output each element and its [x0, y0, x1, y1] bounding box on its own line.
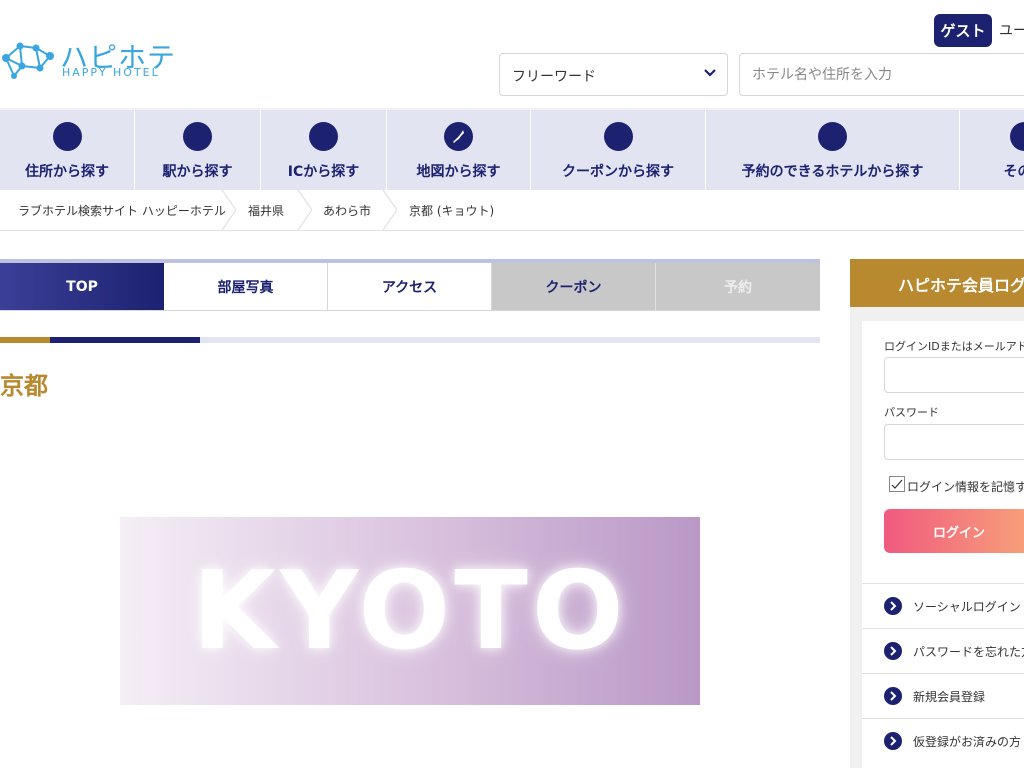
progress-segment-gold [0, 337, 50, 343]
user-label[interactable]: ユー [999, 20, 1024, 40]
guest-button[interactable]: ゲスト [934, 14, 992, 47]
nav-circle-icon [52, 122, 82, 151]
hero-image-text: KYOTO [192, 548, 628, 674]
password-field[interactable] [884, 424, 1024, 460]
tab-reservation[interactable]: 予約 [656, 263, 820, 311]
breadcrumb-current: 京都 (キョウト) [409, 204, 495, 218]
login-id-label: ログインIDまたはメールアドレ [884, 340, 1024, 353]
tab-access[interactable]: アクセス [328, 263, 492, 311]
breadcrumb-separator-icon [221, 190, 236, 230]
provisional-registration-link[interactable]: 仮登録がお済みの方 [862, 718, 1024, 763]
nav-item-other[interactable]: その他 [960, 110, 1024, 190]
forgot-password-link[interactable]: パスワードを忘れた方 [862, 628, 1024, 673]
tab-top[interactable]: TOP [0, 263, 164, 311]
tab-room-photos[interactable]: 部屋写真 [164, 263, 328, 311]
login-button[interactable]: ログイン [884, 509, 1024, 553]
nav-item-label: 住所から探す [25, 164, 109, 180]
login-header: ハピホテ会員ログ [850, 259, 1024, 307]
nav-item-map[interactable]: 地図から探す [387, 110, 531, 190]
nav-circle-icon [183, 122, 212, 151]
link-label: 仮登録がお済みの方 [913, 735, 1022, 749]
main-nav: 住所から探す 駅から探す ICから探す 地図から探す クーポンから探す 予約ので… [0, 108, 1024, 190]
tab-coupon[interactable]: クーポン [492, 263, 656, 311]
remember-label: ログイン情報を記憶す [907, 480, 1024, 494]
remember-checkbox[interactable] [889, 476, 905, 492]
register-link[interactable]: 新規会員登録 [862, 673, 1024, 718]
nav-circle-icon [1010, 122, 1024, 151]
nav-circle-icon [309, 122, 338, 151]
arrow-right-icon [884, 687, 902, 705]
hotel-hero-image: KYOTO [120, 517, 700, 705]
nav-item-label: 地図から探す [416, 164, 501, 180]
progress-segment-navy [50, 337, 200, 343]
breadcrumb-item[interactable]: 福井県 [248, 202, 284, 219]
link-label: パスワードを忘れた方 [913, 645, 1024, 659]
hotel-name: 京都 [0, 372, 48, 400]
check-icon [891, 479, 903, 489]
logo-subtext: HAPPY HOTEL [62, 66, 160, 79]
breadcrumb-separator-icon [382, 190, 397, 230]
nav-item-label: 予約のできるホテルから探す [741, 164, 924, 180]
nav-item-coupon[interactable]: クーポンから探す [531, 110, 706, 190]
japan-map-icon [444, 122, 473, 151]
password-label: パスワード [884, 406, 939, 419]
link-label: 新規会員登録 [913, 690, 986, 704]
nav-item-label: 駅から探す [162, 164, 233, 180]
chevron-down-icon [704, 69, 716, 77]
nav-item-label: その他 [1003, 164, 1024, 180]
network-logo-icon [2, 42, 54, 79]
nav-circle-icon [603, 122, 633, 151]
breadcrumb-item[interactable]: ラブホテル検索サイト ハッピーホテル [18, 202, 226, 219]
nav-item-label: クーポンから探す [562, 164, 674, 180]
arrow-right-icon [884, 732, 902, 750]
breadcrumb: ラブホテル検索サイト ハッピーホテル 福井県 あわら市 京都 (キョウト) [0, 190, 1024, 231]
login-title: ハピホテ会員ログ [898, 276, 1024, 295]
login-id-field[interactable] [884, 357, 1024, 393]
nav-item-ic[interactable]: ICから探す [261, 110, 387, 190]
search-type-value: フリーワード [512, 69, 596, 85]
nav-circle-icon [818, 122, 847, 151]
nav-item-label: ICから探す [287, 164, 360, 180]
breadcrumb-item[interactable]: あわら市 [323, 202, 371, 219]
section-progress-bar [0, 337, 820, 343]
breadcrumb-separator-icon [297, 190, 312, 230]
nav-item-address[interactable]: 住所から探す [0, 110, 135, 190]
nav-item-station[interactable]: 駅から探す [135, 110, 261, 190]
nav-item-reservation[interactable]: 予約のできるホテルから探す [706, 110, 960, 190]
logo[interactable]: ハピホテ HAPPY HOTEL [0, 36, 180, 86]
search-type-select[interactable]: フリーワード [499, 53, 728, 96]
arrow-right-icon [884, 642, 902, 660]
arrow-right-icon [884, 597, 902, 615]
link-label: ソーシャルログイン [913, 600, 1021, 614]
search-input[interactable] [739, 53, 1024, 96]
social-login-link[interactable]: ソーシャルログイン [862, 583, 1024, 628]
